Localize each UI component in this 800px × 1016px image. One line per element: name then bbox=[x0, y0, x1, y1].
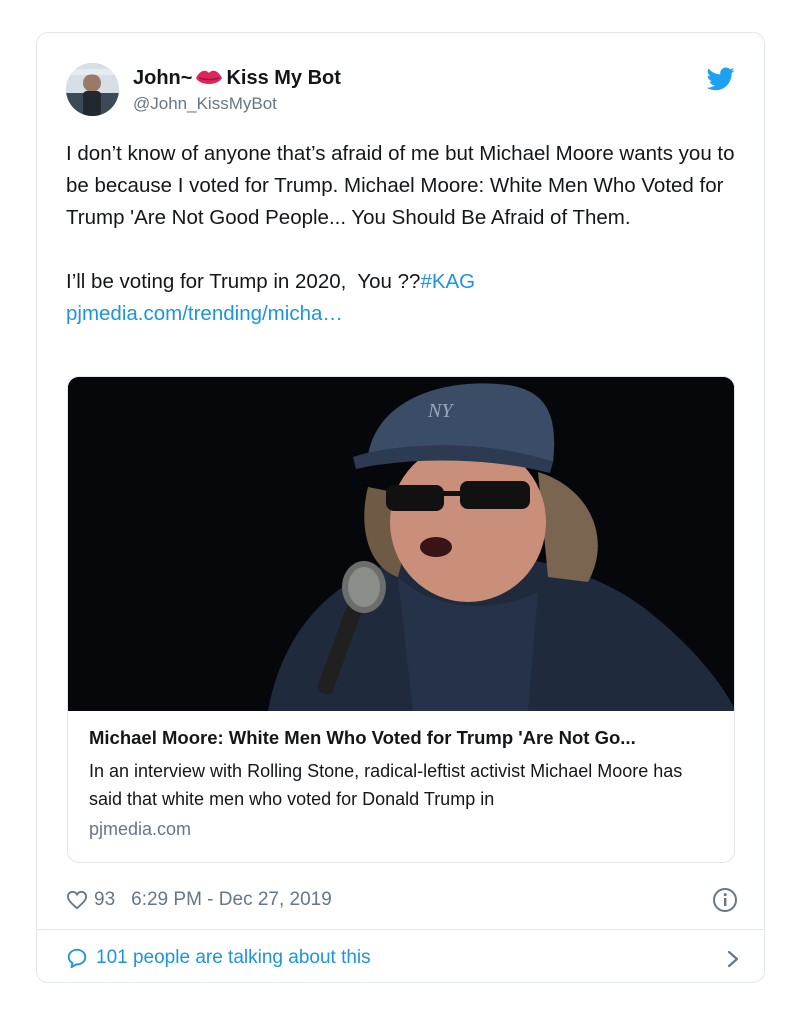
link-preview-domain: pjmedia.com bbox=[89, 819, 192, 839]
display-name-prefix: John~ bbox=[133, 66, 193, 89]
avatar[interactable] bbox=[66, 63, 119, 116]
chevron-right-icon[interactable] bbox=[726, 949, 740, 969]
speech-bubble-icon bbox=[66, 947, 88, 969]
info-icon[interactable] bbox=[712, 887, 738, 913]
link-preview-card[interactable]: NY Michael Moore: White Men Who Voted fo… bbox=[67, 376, 735, 863]
conversation-link-label: 101 people are talking about this bbox=[96, 947, 371, 968]
embedded-tweet-card: John~ Kiss My Bot @John_KissMyBot I don’… bbox=[36, 32, 765, 983]
link-preview-body: Michael Moore: White Men Who Voted for T… bbox=[89, 727, 716, 840]
heart-icon[interactable] bbox=[66, 890, 88, 910]
link-preview-description: In an interview with Rolling Stone, radi… bbox=[89, 761, 683, 809]
conversation-link[interactable]: 101 people are talking about this bbox=[66, 943, 746, 973]
twitter-bird-icon[interactable] bbox=[706, 67, 735, 91]
tweet-header: John~ Kiss My Bot @John_KissMyBot bbox=[66, 63, 735, 123]
tweet-meta: 93 6:29 PM - Dec 27, 2019 bbox=[66, 885, 746, 915]
tweet-body: I don’t know of anyone that’s afraid of … bbox=[66, 142, 735, 293]
tweet-text: I don’t know of anyone that’s afraid of … bbox=[66, 138, 746, 330]
svg-text:NY: NY bbox=[427, 400, 454, 422]
link-preview-image[interactable]: NY bbox=[68, 377, 734, 711]
user-handle[interactable]: @John_KissMyBot bbox=[133, 94, 341, 114]
display-name-suffix: Kiss My Bot bbox=[226, 66, 341, 89]
hashtag-link[interactable]: #KAG bbox=[420, 270, 475, 293]
divider bbox=[37, 929, 764, 930]
like-count[interactable]: 93 bbox=[94, 889, 115, 911]
user-names: John~ Kiss My Bot @John_KissMyBot bbox=[133, 65, 341, 114]
kiss-lips-icon bbox=[194, 68, 224, 88]
link-preview-title: Michael Moore: White Men Who Voted for T… bbox=[89, 727, 636, 748]
display-name[interactable]: John~ Kiss My Bot bbox=[133, 65, 341, 91]
tweet-timestamp[interactable]: 6:29 PM - Dec 27, 2019 bbox=[131, 889, 332, 911]
tweet-url-link[interactable]: pjmedia.com/trending/micha… bbox=[66, 302, 343, 325]
